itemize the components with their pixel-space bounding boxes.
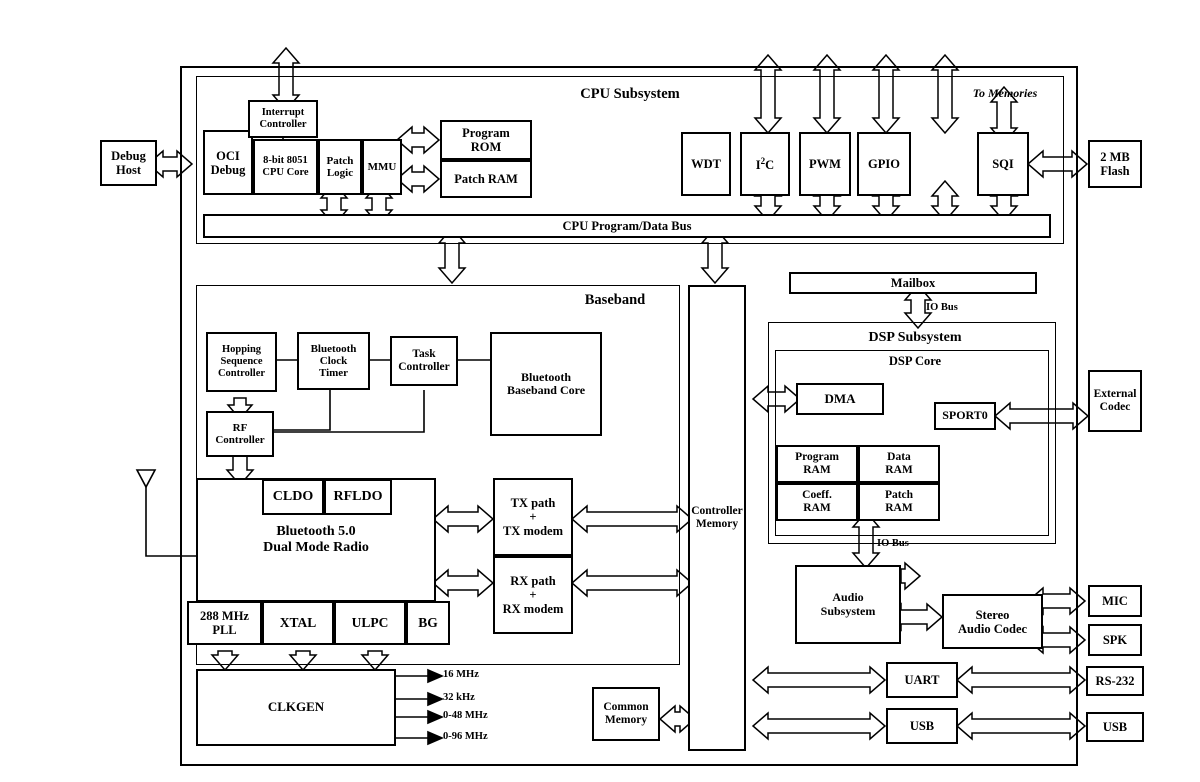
clk-out-16mhz: 16 MHz [443,669,479,680]
gpio-block: GPIO [857,132,911,196]
patch-logic-block: Patch Logic [318,139,362,195]
oci-debug-block: OCI Debug [203,130,253,195]
pll-block: 288 MHz PLL [187,601,262,645]
external-codec-block: External Codec [1088,370,1142,432]
baseband-title: Baseband [584,292,646,308]
mic-block: MIC [1088,585,1142,617]
rx-path-block: RX path + RX modem [493,556,573,634]
ulpc-block: ULPC [334,601,406,645]
program-ram-block: Program RAM [776,445,858,483]
cpu-subsystem-title: CPU Subsystem [580,86,680,102]
i2c-block: I2C [740,132,790,196]
clk-out-0-48mhz: 0-48 MHz [443,710,488,721]
rfldo-block: RFLDO [324,479,392,515]
clk-out-0-96mhz: 0-96 MHz [443,731,488,742]
interrupt-controller-block: Interrupt Controller [248,100,318,138]
xtal-block: XTAL [262,601,334,645]
io-bus-label-top: IO Bus [926,302,958,313]
patch-ram-block: Patch RAM [440,160,532,198]
dsp-core-title: DSP Core [888,354,942,368]
bluetooth-baseband-core-block: Bluetooth Baseband Core [490,332,602,436]
hopping-sequence-controller-block: Hopping Sequence Controller [206,332,277,392]
bluetooth-clock-timer-block: Bluetooth Clock Timer [297,332,370,390]
io-bus-label-dsp: IO Bus [877,538,909,549]
controller-memory-block: Controller Memory [688,285,746,751]
task-controller-block: Task Controller [390,336,458,386]
data-ram-block: Data RAM [858,445,940,483]
uart-block: UART [886,662,958,698]
spk-block: SPK [1088,624,1142,656]
pwm-block: PWM [799,132,851,196]
dma-block: DMA [796,383,884,415]
clkgen-block: CLKGEN [196,669,396,746]
usb-block: USB [886,708,958,744]
mmu-block: MMU [362,139,402,195]
rf-controller-block: RF Controller [206,411,274,457]
debug-host-block: Debug Host [100,140,157,186]
sport0-block: SPORT0 [934,402,996,430]
cpu-program-data-bus: CPU Program/Data Bus [203,214,1051,238]
i2c-label: I2C [755,155,775,173]
to-memories-label: To Memories [972,86,1038,100]
dsp-subsystem-title: DSP Subsystem [868,330,962,345]
program-rom-block: Program ROM [440,120,532,160]
dsp-patch-ram-block: Patch RAM [858,483,940,521]
coeff-ram-block: Coeff. RAM [776,483,858,521]
rs232-block: RS-232 [1086,666,1144,696]
clk-out-32khz: 32 kHz [443,692,475,703]
sqi-block: SQI [977,132,1029,196]
audio-subsystem-block: Audio Subsystem [795,565,901,644]
bg-block: BG [406,601,450,645]
cpu-core-block: 8-bit 8051 CPU Core [253,139,318,195]
wdt-block: WDT [681,132,731,196]
usb-external-block: USB [1086,712,1144,742]
flash-block: 2 MB Flash [1088,140,1142,188]
common-memory-block: Common Memory [592,687,660,741]
mailbox-block: Mailbox [789,272,1037,294]
cldo-block: CLDO [262,479,324,515]
tx-path-block: TX path + TX modem [493,478,573,556]
stereo-audio-codec-block: Stereo Audio Codec [942,594,1043,649]
block-diagram: CPU Subsystem To Memories Debug Host OCI… [0,0,1200,782]
